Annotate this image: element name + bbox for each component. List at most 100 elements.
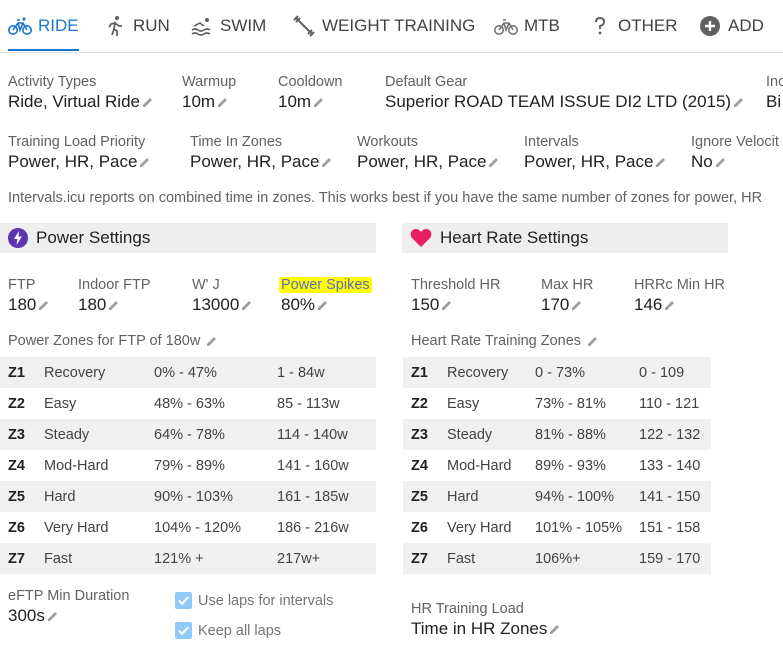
indoor-ftp-value: 180 [78,295,107,314]
eftp-min-duration-label: eFTP Min Duration [8,588,130,604]
training-load-priority-label: Training Load Priority [8,134,146,150]
table-row[interactable]: Z4 Mod-Hard 79% - 89% 141 - 160w [0,450,376,481]
warmup-label: Warmup [182,74,237,90]
zone-name: Very Hard [44,519,109,536]
pencil-icon[interactable] [38,299,50,311]
zone-range: 133 - 140 [639,457,701,474]
max-hr-field[interactable]: Max HR 170 [541,276,593,316]
training-load-priority-field[interactable]: Training Load Priority Power, HR, Pace [8,133,151,173]
checkbox-checked-icon[interactable] [175,592,192,609]
hr-training-load-field[interactable]: HR Training Load Time in HR Zones [411,600,561,640]
use-laps-checkbox[interactable]: Use laps for intervals [175,592,333,609]
threshold-hr-label: Threshold HR [411,277,501,293]
w-prime-field[interactable]: W' J 13000 [192,276,253,316]
bike-icon [8,17,32,35]
hrrc-min-hr-label: HRRc Min HR [634,277,726,293]
zone-id: Z1 [0,357,44,388]
zone-range: 114 - 140w [277,419,376,450]
cooldown-field[interactable]: Cooldown 10m [278,73,343,113]
tab-other[interactable]: OTHER [588,0,678,52]
checkbox-checked-icon[interactable] [175,622,192,639]
tab-run[interactable]: RUN [103,0,170,52]
eftp-min-duration-field[interactable]: eFTP Min Duration 300s [8,587,129,627]
power-spikes-field[interactable]: Power Spikes 80% [279,276,372,316]
zone-pct: 104% - 120% [154,519,242,536]
table-row[interactable]: Z5 Hard 94% - 100% 141 - 150 [403,481,711,512]
table-row[interactable]: Z6 Very Hard 101% - 105% 151 - 158 [403,512,711,543]
zone-id: Z7 [403,543,447,574]
power-settings-title: Power Settings [36,228,151,247]
time-in-zones-field[interactable]: Time In Zones Power, HR, Pace [190,133,333,173]
pencil-icon[interactable] [441,299,453,311]
pencil-icon[interactable] [313,96,325,108]
pencil-icon[interactable] [488,156,500,168]
zone-range: 122 - 132 [639,419,711,450]
pencil-icon[interactable] [655,156,667,168]
pencil-icon[interactable] [321,156,333,168]
activity-types-field[interactable]: Activity Types Ride, Virtual Ride [8,73,154,113]
default-gear-field[interactable]: Default Gear Superior ROAD TEAM ISSUE DI… [385,73,745,113]
intervals-field[interactable]: Intervals Power, HR, Pace [524,133,667,173]
tab-swim[interactable]: SWIM [190,0,266,52]
pencil-icon[interactable] [206,335,218,347]
hr-zones-table: Z1 Recovery 0 - 73% 0 - 109 Z2 Easy 73% - 81%… [403,357,711,574]
pencil-icon[interactable] [142,96,154,108]
zone-range: 141 - 150 [639,481,711,512]
threshold-hr-field[interactable]: Threshold HR 150 [411,276,500,316]
pencil-icon[interactable] [733,96,745,108]
tab-mtb[interactable]: MTB [494,0,560,52]
sport-tabs: RIDE RUN SWIM WEIGHT TRAINING MTB OTHER … [0,0,783,52]
pencil-icon[interactable] [108,299,120,311]
zone-name: Steady [447,419,535,450]
table-row[interactable]: Z7 Fast 121% +217w+ [0,543,376,574]
zone-range: 217w+ [277,543,376,574]
pencil-icon[interactable] [715,156,727,168]
table-row[interactable]: Z1 Recovery 0% - 47% 1 - 84w [0,357,376,388]
table-row[interactable]: Z2 Easy 48% - 63% 85 - 113w [0,388,376,419]
cut-off-value: Bi [766,92,782,111]
power-spikes-value: 80% [281,295,316,314]
table-row[interactable]: Z3 Steady 64% - 78% 114 - 140w [0,419,376,450]
pencil-icon[interactable] [139,156,151,168]
pencil-icon[interactable] [217,96,229,108]
tab-ride[interactable]: RIDE [8,0,79,52]
cut-off-field[interactable]: Inc Bi [766,73,783,113]
pencil-icon[interactable] [317,299,329,311]
workouts-value: Power, HR, Pace [357,152,487,171]
activity-types-value: Ride, Virtual Ride [8,92,140,111]
tab-add[interactable]: ADD [698,0,764,52]
table-row[interactable]: Z2 Easy 73% - 81% 110 - 121 [403,388,711,419]
zone-id: Z3 [0,419,44,450]
indoor-ftp-field[interactable]: Indoor FTP 180 [78,276,151,316]
pencil-icon[interactable] [587,335,599,347]
table-row[interactable]: Z4 Mod-Hard 89% - 93% 133 - 140 [403,450,711,481]
table-row[interactable]: Z5 Hard 90% - 103% 161 - 185w [0,481,376,512]
intervals-label: Intervals [524,134,579,150]
pencil-icon[interactable] [664,299,676,311]
ignore-velocity-field[interactable]: Ignore Velocit No [691,133,779,173]
use-laps-label: Use laps for intervals [198,592,334,609]
table-row[interactable]: Z7 Fast 106%+ 159 - 170 [403,543,711,574]
table-row[interactable]: Z1 Recovery 0 - 73% 0 - 109 [403,357,711,388]
hrrc-min-hr-field[interactable]: HRRc Min HR 146 [634,276,725,316]
keep-laps-checkbox[interactable]: Keep all laps [175,622,281,639]
power-settings-header: Power Settings [0,223,376,253]
table-row[interactable]: Z6 Very Hard 104% - 120% 186 - 216w [0,512,376,543]
workouts-field[interactable]: Workouts Power, HR, Pace [357,133,500,173]
pencil-icon[interactable] [241,299,253,311]
pencil-icon[interactable] [47,610,59,622]
warmup-field[interactable]: Warmup 10m [182,73,236,113]
table-row[interactable]: Z3 Steady 81% - 88% 122 - 132 [403,419,711,450]
zone-name: Easy [447,395,480,412]
pencil-icon[interactable] [549,623,561,635]
tab-mtb-label: MTB [524,16,560,35]
zone-pct: 81% - 88% [535,419,639,450]
tab-weight-training[interactable]: WEIGHT TRAINING [292,0,475,52]
warmup-value: 10m [182,92,216,111]
weight-icon [293,15,315,37]
zone-range: 161 - 185w [277,481,376,512]
ftp-field[interactable]: FTP 180 [8,276,50,316]
pencil-icon[interactable] [571,299,583,311]
time-in-zones-label: Time In Zones [190,134,283,150]
zone-pct: 121% + [154,543,277,574]
